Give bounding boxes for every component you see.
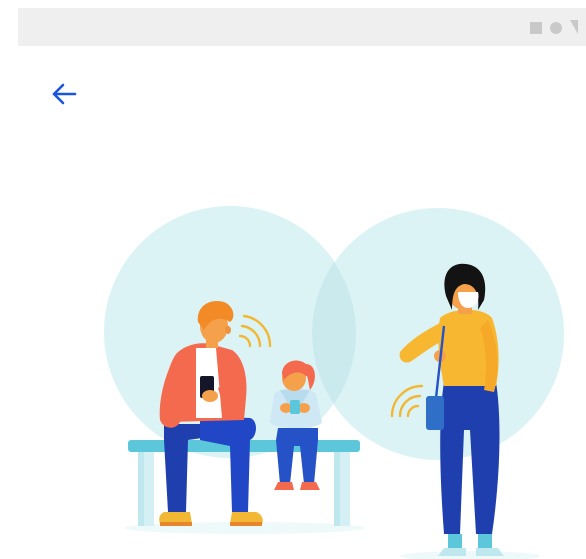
circle-icon	[550, 22, 562, 34]
back-button[interactable]	[44, 74, 84, 114]
bench	[128, 440, 360, 526]
status-bar	[18, 8, 586, 46]
square-icon	[530, 22, 542, 34]
seated-child	[270, 360, 322, 490]
standing-woman	[390, 263, 504, 556]
ground-shadow-left	[125, 522, 365, 534]
circle-overlap	[312, 262, 356, 404]
triangle-icon	[570, 20, 578, 34]
exposure-illustration	[104, 206, 564, 559]
signal-range-circle-right	[312, 208, 564, 460]
seated-man	[159, 300, 272, 526]
signal-range-circle-left	[104, 206, 356, 458]
app-screen	[0, 0, 586, 559]
arrow-left-icon	[52, 83, 77, 105]
ground-shadow-right	[400, 551, 540, 559]
